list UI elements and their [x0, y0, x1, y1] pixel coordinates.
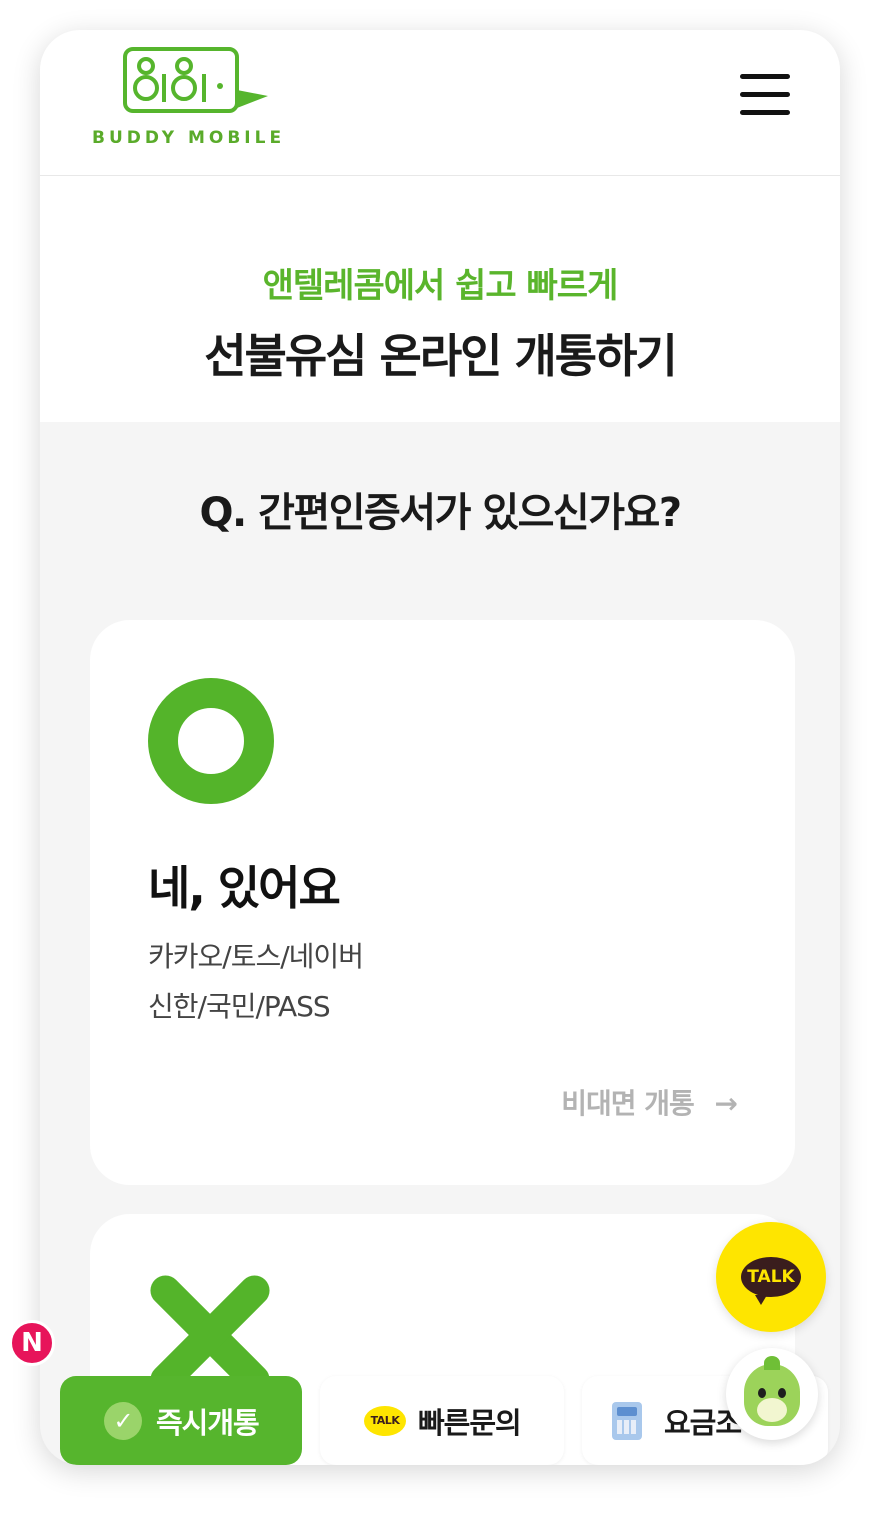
check-icon: ✓	[104, 1401, 142, 1440]
mascot-icon	[744, 1356, 800, 1426]
instant-activation-label: 즉시개통	[156, 1405, 260, 1440]
non-face-to-face-label: 비대면 개통	[561, 1087, 695, 1120]
phone-frame: BUDDY MOBILE 앤텔레콤에서 쉽고 빠르게 선불유심 온라인 개통하기…	[40, 30, 840, 1465]
option-yes-title: 네, 있어요	[148, 861, 341, 915]
option-card-yes[interactable]: 네, 있어요 카카오/토스/네이버 신한/국민/PASS 비대면 개통 →	[90, 620, 795, 1185]
arrow-right-icon: →	[714, 1087, 738, 1120]
option-yes-desc-line2: 신한/국민/PASS	[148, 990, 331, 1023]
kakao-talk-icon: TALK	[741, 1257, 801, 1305]
option-yes-desc-line1: 카카오/토스/네이버	[148, 940, 364, 973]
kakao-talk-button[interactable]: TALK	[716, 1222, 826, 1332]
hamburger-menu-icon[interactable]	[740, 74, 790, 122]
hero-section: 앤텔레콤에서 쉽고 빠르게 선불유심 온라인 개통하기	[40, 176, 840, 422]
page-title: 선불유심 온라인 개통하기	[204, 329, 678, 383]
calculator-icon	[612, 1401, 642, 1440]
buddy-mobile-logo[interactable]: BUDDY MOBILE	[92, 46, 292, 156]
certificate-question: Q. 간편인증서가 있으신가요?	[199, 490, 682, 536]
new-badge: N	[9, 1320, 55, 1366]
option-yes-description: 카카오/토스/네이버 신한/국민/PASS	[148, 932, 364, 1032]
header: BUDDY MOBILE	[40, 30, 840, 176]
bottom-action-bar: ✓ 즉시개통 TALK 빠른문의 요금조	[40, 1376, 840, 1465]
kakao-talk-mini-icon: TALK	[364, 1405, 406, 1436]
logo-text: BUDDY MOBILE	[92, 128, 286, 148]
mascot-chat-button[interactable]	[726, 1348, 818, 1440]
quick-inquiry-button[interactable]: TALK 빠른문의	[320, 1376, 564, 1465]
circle-o-icon	[148, 678, 274, 804]
logo-mark-icon	[123, 47, 268, 113]
instant-activation-button[interactable]: ✓ 즉시개통	[60, 1376, 302, 1465]
quick-inquiry-label: 빠른문의	[418, 1405, 522, 1440]
non-face-to-face-link[interactable]: 비대면 개통 →	[561, 1082, 738, 1122]
hero-subtitle: 앤텔레콤에서 쉽고 빠르게	[262, 266, 619, 306]
